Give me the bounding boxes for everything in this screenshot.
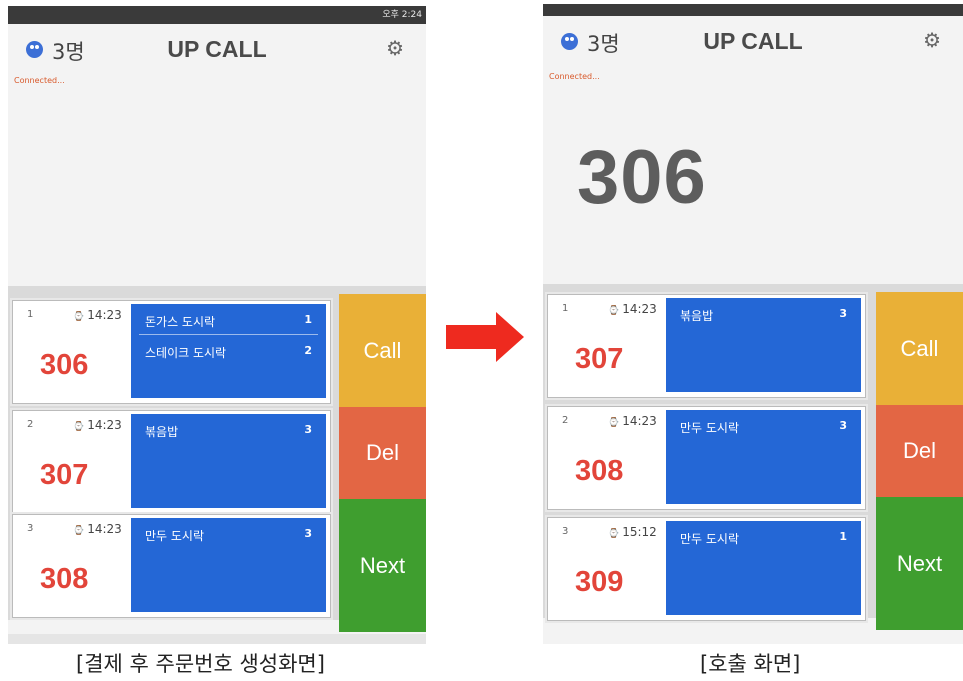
item-qty: 1 xyxy=(839,530,847,543)
order-index: 1 xyxy=(27,309,34,320)
order-items-panel: 만두 도시락 1 xyxy=(666,521,861,615)
order-number: 307 xyxy=(40,459,89,491)
order-index: 3 xyxy=(27,523,34,534)
called-number: 306 xyxy=(577,135,707,220)
order-time: ⌚ 15:12 xyxy=(608,525,657,539)
status-bar: 오후 2:24 xyxy=(8,6,426,24)
caption-call-screen: [호출 화면] xyxy=(700,652,801,676)
order-item: 만두 도시락 3 xyxy=(139,518,318,548)
order-card[interactable]: 1 ⌚ 14:23 307 볶음밥 3 xyxy=(547,294,866,398)
bottom-bar xyxy=(8,634,426,644)
clock-icon: ⌚ xyxy=(608,418,620,428)
order-items-panel: 볶음밥 3 xyxy=(666,298,861,392)
order-item: 만두 도시락 3 xyxy=(674,410,853,440)
order-index: 2 xyxy=(562,415,569,426)
item-name: 만두 도시락 xyxy=(680,532,740,546)
clock-icon: ⌚ xyxy=(73,422,85,432)
item-qty: 3 xyxy=(839,307,847,320)
order-index: 1 xyxy=(562,303,569,314)
delete-button[interactable]: Del xyxy=(876,405,963,497)
order-time-value: 14:23 xyxy=(622,302,657,316)
tablet-call-screen: 3명 UP CALL ⚙ Connected... 306 1 ⌚ 14:23 3… xyxy=(543,4,963,644)
order-time: ⌚ 14:23 xyxy=(73,522,122,536)
order-time-value: 14:23 xyxy=(622,414,657,428)
order-time-value: 14:23 xyxy=(87,308,122,322)
order-time-value: 14:23 xyxy=(87,418,122,432)
action-buttons: Call Del Next xyxy=(876,292,963,630)
order-item: 볶음밥 3 xyxy=(139,414,318,444)
order-items-panel: 돈가스 도시락 1 스테이크 도시락 2 xyxy=(131,304,326,398)
connection-status: Connected... xyxy=(549,72,600,81)
right-arrow-icon xyxy=(446,312,524,362)
order-time: ⌚ 14:23 xyxy=(73,418,122,432)
item-name: 만두 도시락 xyxy=(145,529,205,543)
item-name: 볶음밥 xyxy=(145,425,179,439)
item-name: 스테이크 도시락 xyxy=(145,346,227,360)
clock-icon: ⌚ xyxy=(73,526,85,536)
status-bar xyxy=(543,4,963,16)
order-time-value: 15:12 xyxy=(622,525,657,539)
order-item: 만두 도시락 1 xyxy=(674,521,853,551)
order-time: ⌚ 14:23 xyxy=(608,302,657,316)
call-button[interactable]: Call xyxy=(339,294,426,407)
item-qty: 2 xyxy=(304,344,312,357)
caption-order-created: [결제 후 주문번호 생성화면] xyxy=(76,652,325,676)
item-qty: 3 xyxy=(839,419,847,432)
order-number: 308 xyxy=(575,455,624,487)
next-button[interactable]: Next xyxy=(876,497,963,630)
order-number: 309 xyxy=(575,566,624,598)
order-item: 볶음밥 3 xyxy=(674,298,853,328)
app-screen: 3명 UP CALL ⚙ Connected... 306 1 ⌚ 14:23 3… xyxy=(543,4,963,644)
order-item: 돈가스 도시락 1 xyxy=(139,304,318,335)
order-card[interactable]: 1 ⌚ 14:23 306 돈가스 도시락 1 스테이크 도시락 2 xyxy=(12,300,331,404)
clock-icon: ⌚ xyxy=(73,312,85,322)
next-button[interactable]: Next xyxy=(339,499,426,632)
status-time: 오후 2:24 xyxy=(382,10,422,20)
order-number: 307 xyxy=(575,343,624,375)
order-number: 306 xyxy=(40,349,89,381)
item-qty: 3 xyxy=(304,423,312,436)
call-button[interactable]: Call xyxy=(876,292,963,405)
clock-icon: ⌚ xyxy=(608,306,620,316)
app-header: 3명 UP CALL ⚙ xyxy=(8,24,426,76)
delete-button[interactable]: Del xyxy=(339,407,426,499)
clock-icon: ⌚ xyxy=(608,529,620,539)
order-item: 스테이크 도시락 2 xyxy=(139,335,318,365)
order-number: 308 xyxy=(40,563,89,595)
order-card[interactable]: 3 ⌚ 14:23 308 만두 도시락 3 xyxy=(12,514,331,618)
order-index: 3 xyxy=(562,526,569,537)
app-title: UP CALL xyxy=(167,36,267,62)
item-qty: 3 xyxy=(304,527,312,540)
gear-icon[interactable]: ⚙ xyxy=(386,38,404,58)
order-items-panel: 만두 도시락 3 xyxy=(666,410,861,504)
order-time: ⌚ 14:23 xyxy=(73,308,122,322)
app-header: 3명 UP CALL ⚙ xyxy=(543,16,963,68)
order-index: 2 xyxy=(27,419,34,430)
item-name: 볶음밥 xyxy=(680,309,714,323)
tablet-order-screen: 오후 2:24 3명 UP CALL ⚙ Connected... 1 ⌚ 14:… xyxy=(8,6,426,644)
action-buttons: Call Del Next xyxy=(339,294,426,632)
order-time-value: 14:23 xyxy=(87,522,122,536)
order-card[interactable]: 3 ⌚ 15:12 309 만두 도시락 1 xyxy=(547,517,866,621)
item-qty: 1 xyxy=(304,313,312,326)
gear-icon[interactable]: ⚙ xyxy=(923,30,941,50)
order-card[interactable]: 2 ⌚ 14:23 307 볶음밥 3 xyxy=(12,410,331,514)
order-time: ⌚ 14:23 xyxy=(608,414,657,428)
item-name: 돈가스 도시락 xyxy=(145,315,216,329)
item-name: 만두 도시락 xyxy=(680,421,740,435)
order-items-panel: 볶음밥 3 xyxy=(131,414,326,508)
connection-status: Connected... xyxy=(14,76,65,85)
order-card[interactable]: 2 ⌚ 14:23 308 만두 도시락 3 xyxy=(547,406,866,510)
order-items-panel: 만두 도시락 3 xyxy=(131,518,326,612)
app-title: UP CALL xyxy=(703,28,803,54)
app-screen: 오후 2:24 3명 UP CALL ⚙ Connected... 1 ⌚ 14:… xyxy=(8,6,426,644)
